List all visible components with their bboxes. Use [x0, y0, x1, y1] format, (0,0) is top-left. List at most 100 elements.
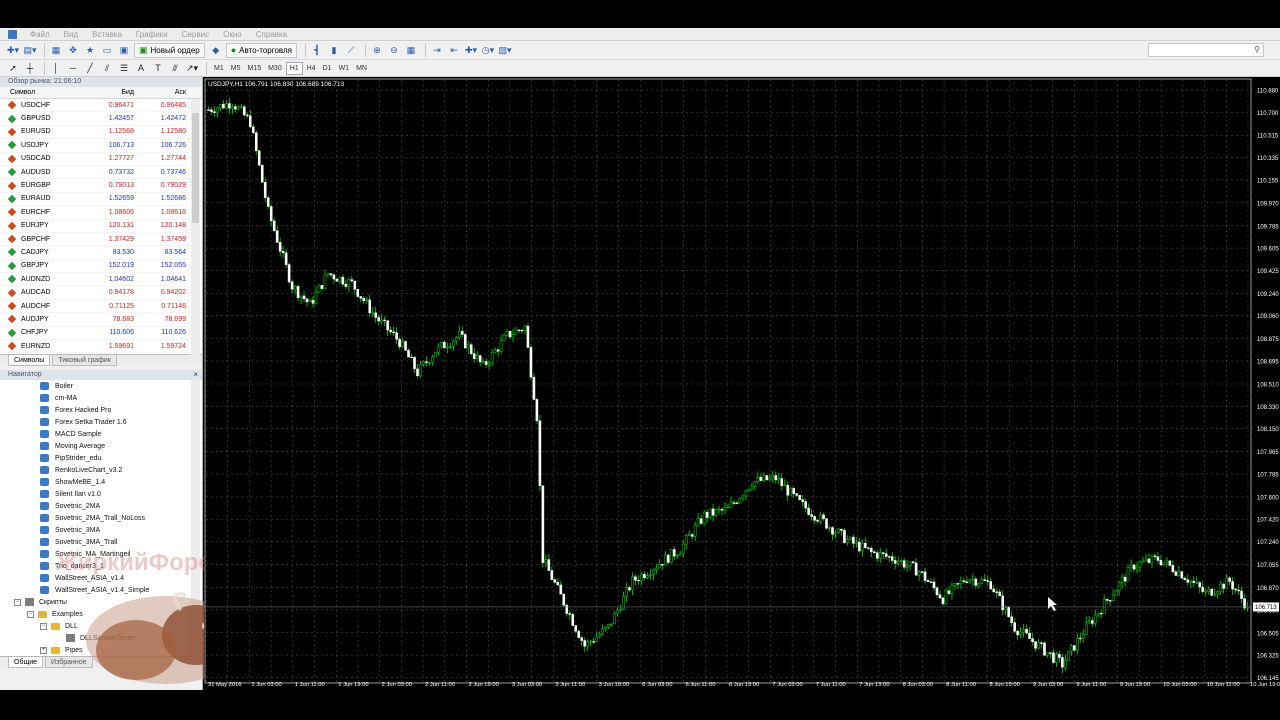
metaeditor-icon[interactable]: ◆ [209, 43, 223, 57]
timeframe-m30[interactable]: M30 [265, 62, 285, 75]
expert-advisor-item[interactable]: Forex Setka Trader 1.6 [0, 416, 202, 428]
column-symbol[interactable]: Символ [0, 87, 84, 98]
menu-help[interactable]: Справка [249, 30, 294, 39]
expert-advisor-item[interactable]: Trio_dancer3_1 [0, 560, 202, 572]
collapse-icon[interactable]: − [14, 598, 21, 606]
market-watch-row[interactable]: USDJPY 106.713 106.726 [0, 139, 202, 153]
arrows-icon[interactable]: ↗▾ [185, 61, 199, 75]
timeframe-h4[interactable]: H4 [304, 62, 319, 75]
tab-symbols[interactable]: Символы [8, 355, 51, 366]
market-watch-row[interactable]: EURGBP 0.79013 0.79029 [0, 179, 202, 193]
expert-advisor-item[interactable]: Boiler [0, 380, 202, 392]
menu-window[interactable]: Окно [216, 30, 249, 39]
tree-item-examples[interactable]: − Examples [0, 608, 202, 620]
timeframe-m15[interactable]: M15 [244, 62, 264, 75]
market-watch-row[interactable]: AUDCAD 0.94178 0.94202 [0, 286, 202, 300]
text-icon[interactable]: A [134, 61, 148, 75]
market-watch-icon[interactable]: ▦ [49, 43, 63, 57]
tree-item-dll-sample[interactable]: DLLSampleTester [0, 632, 202, 644]
indicators-icon[interactable]: ✚▾ [464, 43, 478, 57]
menu-view[interactable]: Вид [57, 30, 85, 39]
market-watch-row[interactable]: EURNZD 1.59691 1.59724 [0, 340, 202, 354]
menu-charts[interactable]: Графики [129, 30, 175, 39]
tree-item-scripts[interactable]: − Скрипты [0, 596, 202, 608]
autoscroll-icon[interactable]: ⇥ [430, 43, 444, 57]
expert-advisor-item[interactable]: WallStreet_ASIA_v1.4 [0, 572, 202, 584]
expert-advisor-item[interactable]: PipStrider_edu [0, 452, 202, 464]
trendline-icon[interactable]: ╱ [83, 61, 97, 75]
expert-advisor-item[interactable]: Sovetnic_3MA [0, 524, 202, 536]
chart-canvas[interactable]: USDJPY,H1 106.791 106.830 106.689 106.71… [204, 77, 1280, 690]
market-watch-row[interactable]: AUDNZD 1.04602 1.04641 [0, 273, 202, 287]
expert-advisor-item[interactable]: Sovetnic_MA_Martingeil [0, 548, 202, 560]
close-icon[interactable]: × [193, 370, 198, 380]
terminal-icon[interactable]: ▭ [100, 43, 114, 57]
market-watch-scrollbar[interactable] [191, 99, 200, 365]
market-watch-row[interactable]: AUDUSD 0.73732 0.73746 [0, 166, 202, 180]
column-bid[interactable]: Бид [84, 87, 136, 98]
expand-icon[interactable]: + [40, 646, 47, 654]
menu-file[interactable]: Файл [23, 30, 57, 39]
search-input[interactable]: ⚲ [1148, 43, 1264, 57]
profiles-icon[interactable]: ▤▾ [23, 43, 37, 57]
tab-common[interactable]: Общие [8, 657, 44, 668]
market-watch-row[interactable]: USDCHF 0.96471 0.96485 [0, 99, 202, 113]
market-watch-row[interactable]: CHFJPY 110.606 110.626 [0, 327, 202, 341]
market-watch-row[interactable]: AUDCHF 0.71125 0.71146 [0, 300, 202, 314]
timeframe-d1[interactable]: D1 [320, 62, 335, 75]
expert-advisor-item[interactable]: Sovetnic_2MA [0, 500, 202, 512]
menu-tools[interactable]: Сервис [175, 30, 216, 39]
market-watch-row[interactable]: EURJPY 120.131 120.148 [0, 220, 202, 233]
zoom-out-icon[interactable]: ⊖ [387, 43, 401, 57]
navigator-scrollbar[interactable] [191, 380, 200, 656]
market-watch-row[interactable]: USDCAD 1.27727 1.27744 [0, 153, 202, 166]
menu-insert[interactable]: Вставка [85, 30, 129, 39]
market-watch-row[interactable]: EURCHF 1.08606 1.08618 [0, 206, 202, 220]
column-ask[interactable]: Аск [136, 87, 188, 98]
expert-advisor-item[interactable]: cm-MA [0, 392, 202, 404]
collapse-icon[interactable]: − [40, 622, 47, 630]
timeframe-w1[interactable]: W1 [336, 62, 353, 75]
timeframe-m5[interactable]: M5 [228, 62, 244, 75]
tree-item-dll[interactable]: − DLL [0, 620, 202, 632]
fibonacci-icon[interactable]: ☰ [117, 61, 131, 75]
templates-icon[interactable]: ▧▾ [498, 43, 512, 57]
new-order-button[interactable]: ▣ Новый ордер [134, 42, 205, 58]
tree-item-pipes[interactable]: + Pipes [0, 644, 202, 656]
text-label-icon[interactable]: T [151, 61, 165, 75]
collapse-icon[interactable]: − [27, 610, 34, 618]
expert-advisor-item[interactable]: Sovetnic_2MA_Trall_NoLoss [0, 512, 202, 524]
line-chart-icon[interactable]: ⟋ [344, 43, 358, 57]
gann-icon[interactable]: ⫻ [168, 61, 182, 75]
data-window-icon[interactable]: ✥ [66, 43, 80, 57]
market-watch-row[interactable]: GBPUSD 1.42457 1.42472 [0, 112, 202, 126]
timeframe-m1[interactable]: M1 [211, 62, 227, 75]
market-watch-scroll-thumb[interactable] [192, 113, 199, 223]
strategy-tester-icon[interactable]: ▣ [117, 43, 131, 57]
market-watch-row[interactable]: GBPCHF 1.37429 1.37459 [0, 233, 202, 247]
tile-windows-icon[interactable]: ▦ [404, 43, 418, 57]
navigator-icon[interactable]: ★ [83, 43, 97, 57]
market-watch-row[interactable]: EURAUD 1.52659 1.52686 [0, 193, 202, 207]
channel-icon[interactable]: ⫽ [100, 61, 114, 75]
tab-tick-chart[interactable]: Тиковый график [52, 355, 117, 366]
chart-shift-icon[interactable]: ⇤ [447, 43, 461, 57]
bar-chart-icon[interactable]: ┫ [310, 43, 324, 57]
candlestick-icon[interactable]: ▮ [327, 43, 341, 57]
timeframe-mn[interactable]: MN [353, 62, 370, 75]
tab-favorites[interactable]: Избранное [45, 657, 93, 668]
crosshair-icon[interactable]: ┼ [23, 61, 37, 75]
expert-advisor-item[interactable]: Silent Ilan v1.0 [0, 488, 202, 500]
expert-advisor-item[interactable]: ShowMeBE_1.4 [0, 476, 202, 488]
cursor-icon[interactable]: ➚ [6, 61, 20, 75]
expert-advisor-item[interactable]: MACD Sample [0, 428, 202, 440]
zoom-in-icon[interactable]: ⊕ [370, 43, 384, 57]
auto-trading-button[interactable]: ● Авто-торговля [225, 42, 297, 58]
expert-advisor-item[interactable]: WallStreet_ASIA_v1.4_Simple [0, 584, 202, 596]
expert-advisor-item[interactable]: Sovetnic_3MA_Trall [0, 536, 202, 548]
timeframe-h1[interactable]: H1 [285, 61, 303, 75]
market-watch-row[interactable]: CADJPY 83.530 83.564 [0, 246, 202, 260]
market-watch-row[interactable]: GBPJPY 152.019 152.055 [0, 260, 202, 274]
new-chart-icon[interactable]: ✚▾ [6, 43, 20, 57]
expert-advisor-item[interactable]: Forex Hacked Pro [0, 404, 202, 416]
